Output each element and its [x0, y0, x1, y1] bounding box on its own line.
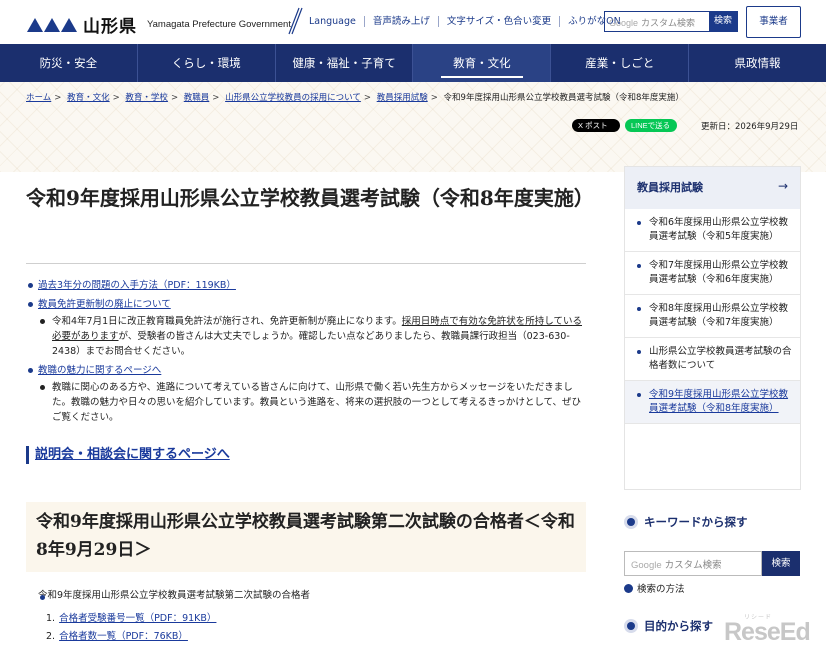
read-aloud-link[interactable]: 音声読み上げ	[365, 16, 439, 27]
list-item: 2. 合格者数一覧（PDF：76KB）	[46, 631, 188, 642]
teaching-appeal-link[interactable]: 教職の魅力に関するページへ	[38, 365, 161, 376]
search-icon	[624, 515, 638, 529]
sidebar-item-r9-current[interactable]: 令和9年度採用山形県公立学校教員選考試験（令和8年度実施）	[625, 381, 800, 424]
sidebar-item-r8[interactable]: 令和8年度採用山形県公立学校教員選考試験（令和7年度実施）	[625, 295, 800, 338]
line-share-button[interactable]: LINEで送る	[625, 119, 677, 132]
nav-item-living-environment[interactable]: くらし・環境	[138, 44, 276, 82]
header-search: Google カスタム検索 検索	[604, 11, 738, 32]
circle-arrow-icon	[624, 583, 633, 593]
sidebar-item-r6[interactable]: 令和6年度採用山形県公立学校教員選考試験（令和5年度実施）	[625, 209, 800, 252]
sidebar-item-passer-count[interactable]: 山形県公立学校教員選考試験の合格者数について	[625, 338, 800, 381]
list-item: 教員免許更新制の廃止について 令和4年7月1日に改正教育職員免許法が施行され、免…	[26, 297, 586, 359]
purpose-search-title: 目的から探す	[624, 618, 713, 634]
nav-item-prefectural-info[interactable]: 県政情報	[689, 44, 826, 82]
logo-subtitle: Yamagata Prefecture Government	[147, 19, 291, 30]
sidebar-menu: 教員採用試験 → 令和6年度採用山形県公立学校教員選考試験（令和5年度実施） 令…	[624, 166, 801, 490]
search-howto-link[interactable]: 検索の方法	[624, 581, 685, 595]
breadcrumb-exam[interactable]: 教員採用試験	[377, 93, 428, 103]
keyword-search-title: キーワードから探す	[624, 514, 748, 530]
breadcrumb-current: 令和9年度採用山形県公立学校教員選考試験（令和8年度実施）	[443, 93, 684, 103]
purpose-icon	[624, 619, 638, 633]
list-item: 過去3年分の問題の入手方法（PDF：119KB）	[26, 278, 586, 293]
teaching-appeal-note: 教職に関心のある方や、進路について考えている皆さんに向けて、山形県で働く若い先生…	[26, 380, 586, 425]
section-heading: 令和9年度採用山形県公立学校教員選考試験第二次試験の合格者＜令和8年9月29日＞	[26, 502, 586, 572]
text-size-color-link[interactable]: 文字サイズ・色合い変更	[439, 16, 561, 27]
sidebar-search-input[interactable]: Google カスタム検索	[624, 551, 762, 576]
nav-item-industry-work[interactable]: 産業・しごと	[551, 44, 690, 82]
watermark-logo: リシード ReseEd	[724, 615, 811, 646]
x-post-button[interactable]: X ポスト	[572, 119, 620, 132]
list-item: 1. 合格者受験番号一覧（PDF：91KB）	[46, 613, 217, 624]
utility-links: Language 音声読み上げ 文字サイズ・色合い変更 ふりがなON	[309, 16, 629, 27]
title-divider	[26, 263, 586, 264]
info-session-link[interactable]: 説明会・相談会に関するページへ	[35, 447, 230, 462]
sidebar-title[interactable]: 教員採用試験 →	[625, 167, 800, 209]
passer-number-pdf-link[interactable]: 合格者受験番号一覧（PDF：91KB）	[59, 613, 216, 624]
list-item: 教職の魅力に関するページへ 教職に関心のある方や、進路について考えている皆さんに…	[26, 363, 586, 425]
past-exam-pdf-link[interactable]: 過去3年分の問題の入手方法（PDF：119KB）	[38, 280, 236, 291]
breadcrumb-hiring[interactable]: 山形県公立学校教員の採用について	[225, 93, 361, 103]
language-link[interactable]: Language	[309, 16, 365, 27]
passer-count-pdf-link[interactable]: 合格者数一覧（PDF：76KB）	[59, 631, 188, 642]
nav-item-education-culture[interactable]: 教育・文化	[413, 44, 552, 82]
divider-slash-icon	[288, 7, 303, 35]
site-header: 山形県 Yamagata Prefecture Government Langu…	[0, 0, 826, 44]
global-nav: 防災・安全 くらし・環境 健康・福祉・子育て 教育・文化 産業・しごと 県政情報	[0, 44, 826, 82]
breadcrumb-staff[interactable]: 教職員	[184, 93, 210, 103]
sidebar-search-button[interactable]: 検索	[762, 551, 800, 576]
license-renewal-note: 令和4年7月1日に改正教育職員免許法が施行され、免許更新制が廃止になります。採用…	[26, 314, 586, 359]
breadcrumb-education-culture[interactable]: 教育・文化	[67, 93, 110, 103]
breadcrumb: ホーム > 教育・文化 > 教育・学校 > 教職員 > 山形県公立学校教員の採用について…	[26, 93, 684, 103]
business-button[interactable]: 事業者	[746, 6, 801, 38]
updated-date: 更新日：2026年9月29日	[701, 122, 799, 132]
header-search-input[interactable]: Google カスタム検索	[605, 12, 709, 31]
nav-item-disaster-safety[interactable]: 防災・安全	[0, 44, 138, 82]
arrow-right-icon: →	[777, 179, 788, 193]
nav-item-health-welfare[interactable]: 健康・福祉・子育て	[276, 44, 414, 82]
logo-mark-icon	[27, 17, 77, 32]
logo-title: 山形県	[83, 17, 137, 37]
section-text: 令和9年度採用山形県公立学校教員選考試験第二次試験の合格者	[38, 590, 311, 601]
sidebar-search: Google カスタム検索 検索	[624, 551, 800, 576]
breadcrumb-home[interactable]: ホーム	[26, 93, 51, 103]
header-search-button[interactable]: 検索	[709, 12, 737, 31]
sidebar-item-r7[interactable]: 令和7年度採用山形県公立学校教員選考試験（令和6年度実施）	[625, 252, 800, 295]
breadcrumb-education-school[interactable]: 教育・学校	[125, 93, 168, 103]
page-title: 令和9年度採用山形県公立学校教員選考試験（令和8年度実施）	[26, 186, 594, 210]
info-session-heading: 説明会・相談会に関するページへ	[26, 446, 230, 464]
site-logo[interactable]: 山形県 Yamagata Prefecture Government	[27, 12, 291, 37]
license-renewal-link[interactable]: 教員免許更新制の廃止について	[38, 299, 171, 310]
